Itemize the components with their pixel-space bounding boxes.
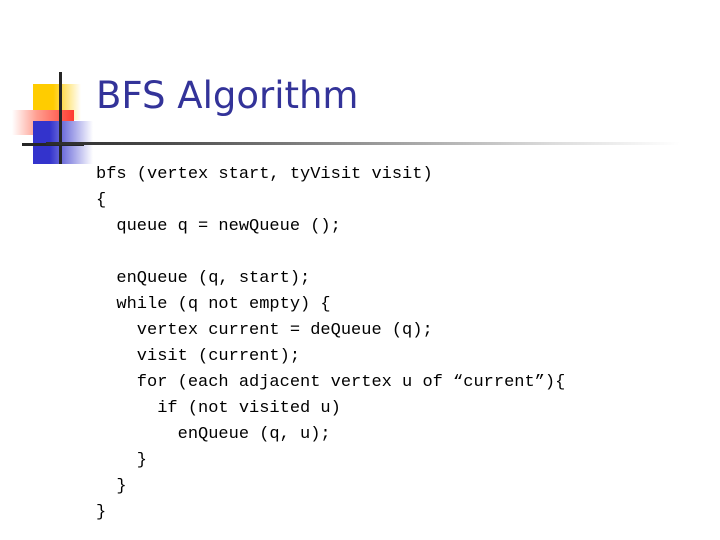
code-line: while (q not empty) {: [96, 295, 331, 314]
code-line: }: [96, 451, 148, 470]
code-line: bfs (vertex start, tyVisit visit): [96, 165, 433, 184]
code-line: enQueue (q, u);: [96, 425, 331, 444]
slide-canvas: BFS Algorithm bfs (vertex start, tyVisit…: [0, 0, 720, 540]
code-line: }: [96, 503, 107, 522]
decoration-vertical-line: [59, 72, 62, 164]
code-line: enQueue (q, start);: [96, 269, 311, 288]
page-title: BFS Algorithm: [96, 74, 359, 117]
code-line: }: [96, 477, 127, 496]
code-line: queue q = newQueue ();: [96, 217, 341, 236]
code-line: {: [96, 191, 107, 210]
code-line: visit (current);: [96, 347, 301, 366]
title-divider: [46, 142, 680, 145]
code-line: vertex current = deQueue (q);: [96, 321, 433, 340]
code-line: if (not visited u): [96, 399, 341, 418]
code-line: for (each adjacent vertex u of “current”…: [96, 373, 566, 392]
code-block: bfs (vertex start, tyVisit visit) { queue…: [96, 162, 706, 526]
